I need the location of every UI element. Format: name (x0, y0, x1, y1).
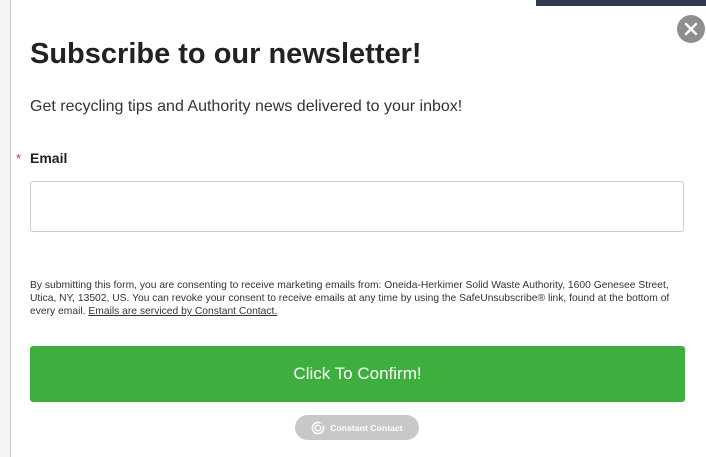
background-page-edge (0, 0, 10, 457)
close-button[interactable] (677, 15, 705, 43)
newsletter-modal: Subscribe to our newsletter! Get recycli… (0, 0, 706, 457)
form-title: Subscribe to our newsletter! (30, 38, 422, 70)
close-icon (684, 22, 698, 36)
constant-contact-logo-icon (311, 421, 325, 435)
confirm-button[interactable]: Click To Confirm! (30, 346, 685, 402)
modal-left-border (10, 0, 11, 457)
consent-text: By submitting this form, you are consent… (30, 279, 690, 318)
constant-contact-badge[interactable]: Constant Contact (295, 415, 419, 440)
constant-contact-service-link[interactable]: Emails are serviced by Constant Contact. (88, 306, 277, 317)
badge-label: Constant Contact (330, 422, 403, 433)
background-page-header-strip (536, 0, 706, 6)
email-label: Email (30, 150, 68, 166)
required-marker: * (16, 151, 22, 166)
form-subtitle: Get recycling tips and Authority news de… (30, 98, 463, 115)
email-input[interactable] (30, 181, 684, 232)
